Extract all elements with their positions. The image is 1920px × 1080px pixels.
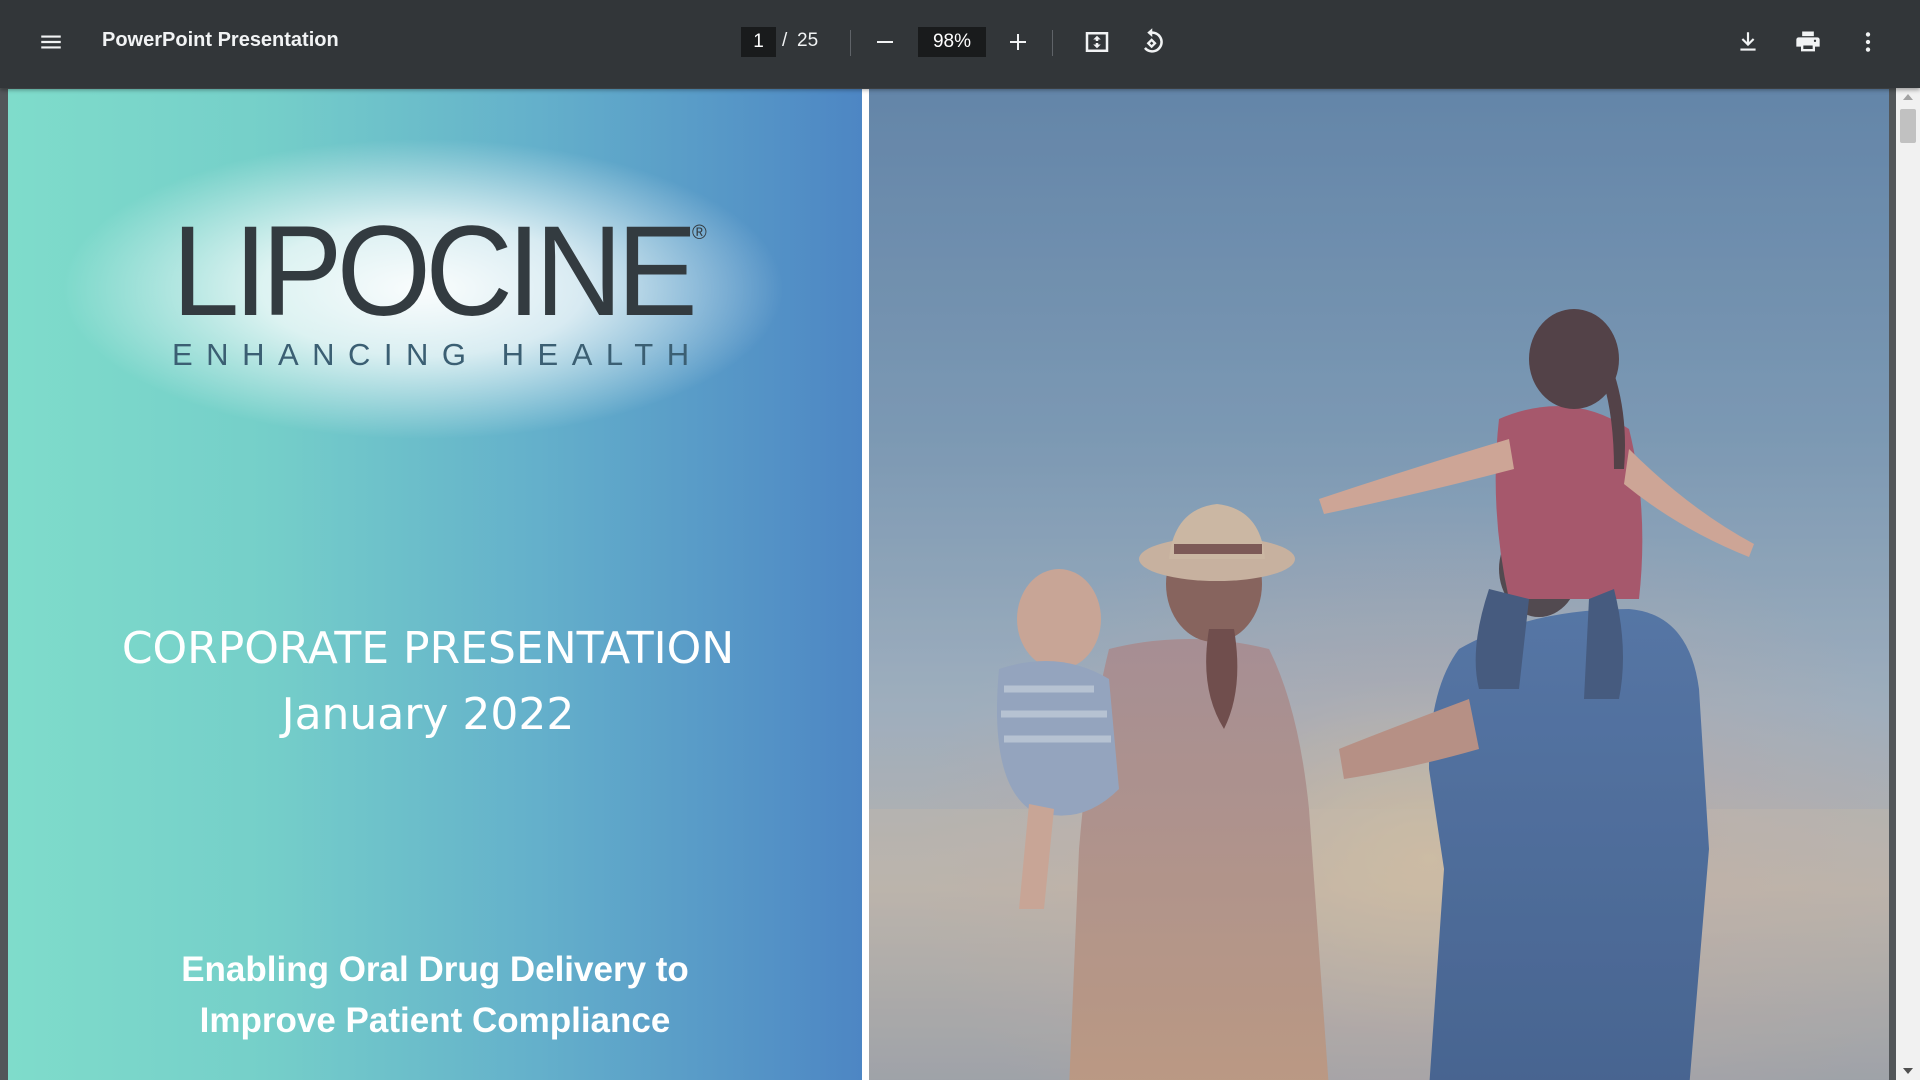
slide-page-1: LIPOCINE ® ENHANCING HEALTH CORPORATE PR… [8, 89, 1889, 1080]
lipocine-logo: LIPOCINE ® [172, 217, 707, 327]
rotate-counterclockwise-icon [1144, 28, 1163, 53]
toolbar-divider [1052, 30, 1053, 56]
slide-left-panel: LIPOCINE ® ENHANCING HEALTH CORPORATE PR… [8, 89, 862, 1080]
logo-tagline: ENHANCING HEALTH [172, 337, 703, 372]
menu-button[interactable] [27, 18, 75, 66]
rotate-button[interactable] [1127, 18, 1175, 66]
scroll-up-button[interactable] [1896, 88, 1920, 106]
slide-tagline: Enabling Oral Drug Delivery to Improve P… [8, 944, 862, 1046]
minus-icon [877, 41, 893, 43]
slide-tagline-line-2: Improve Patient Compliance [199, 1001, 671, 1040]
logo-wordmark: LIPOCINE [172, 217, 693, 327]
slide-divider [862, 89, 869, 1080]
print-icon [1796, 31, 1820, 52]
download-button[interactable] [1724, 18, 1772, 66]
slide-title-line-1: CORPORATE PRESENTATION [121, 623, 735, 674]
pdf-toolbar: PowerPoint Presentation / 25 [0, 0, 1920, 88]
slide-title-line-2: January 2022 [281, 689, 575, 740]
print-button[interactable] [1784, 18, 1832, 66]
zoom-input[interactable] [918, 27, 986, 57]
slide-title: CORPORATE PRESENTATION January 2022 [8, 616, 848, 748]
document-viewer[interactable]: LIPOCINE ® ENHANCING HEALTH CORPORATE PR… [0, 88, 1896, 1080]
document-title: PowerPoint Presentation [102, 29, 339, 51]
menu-icon [41, 35, 61, 49]
fit-to-page-icon [1085, 32, 1109, 52]
scroll-up-arrow-icon [1903, 94, 1913, 100]
more-vertical-icon [1865, 32, 1871, 52]
scrollbar-thumb[interactable] [1900, 109, 1916, 143]
page-separator: / [782, 30, 788, 51]
slide-tagline-line-1: Enabling Oral Drug Delivery to [181, 950, 689, 989]
logo-registered-mark: ® [692, 222, 707, 244]
plus-icon [1010, 34, 1026, 50]
family-silhouette-illustration [869, 89, 1889, 1080]
zoom-in-button[interactable] [994, 18, 1042, 66]
more-actions-button[interactable] [1844, 18, 1892, 66]
scroll-down-button[interactable] [1896, 1062, 1920, 1080]
zoom-out-button[interactable] [861, 18, 909, 66]
scroll-down-arrow-icon [1903, 1068, 1913, 1074]
page-number-input[interactable] [741, 27, 776, 57]
toolbar-divider [850, 30, 851, 56]
total-pages: 25 [797, 30, 819, 51]
family-photo [869, 89, 1889, 1080]
vertical-scrollbar[interactable] [1896, 88, 1920, 1080]
fit-to-page-button[interactable] [1073, 18, 1121, 66]
download-icon [1740, 32, 1756, 51]
